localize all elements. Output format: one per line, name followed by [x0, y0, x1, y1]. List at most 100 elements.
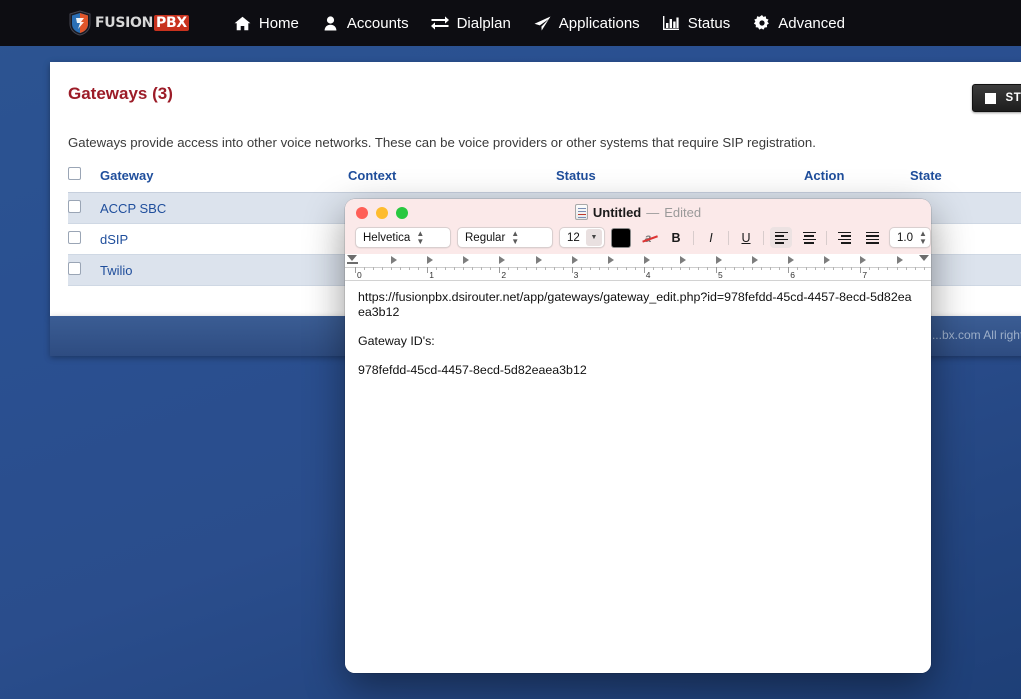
ruler-minor-tick [472, 267, 474, 270]
ruler-minor-tick [661, 267, 663, 270]
ruler-minor-tick [905, 267, 907, 270]
ruler-minor-tick [400, 267, 402, 270]
cell-gateway[interactable]: ACCP SBC [100, 192, 348, 224]
row-checkbox[interactable] [68, 231, 81, 244]
ruler-major-tick [427, 267, 429, 273]
row-checkbox[interactable] [68, 262, 81, 275]
align-left-button[interactable] [770, 227, 792, 248]
column-header-context[interactable]: Context [348, 164, 556, 193]
nav-item-advanced[interactable]: Advanced [752, 14, 845, 33]
row-checkbox-cell [68, 223, 100, 255]
ruler-tab-marker[interactable] [391, 256, 398, 264]
column-header-action[interactable]: Action [804, 164, 910, 193]
document-line-2: Gateway ID's: [358, 333, 435, 348]
ruler-tab-marker[interactable] [463, 256, 470, 264]
ruler-number-0: 0 [357, 270, 362, 280]
remove-formatting-icon[interactable]: a [637, 227, 659, 248]
paper-plane-icon [533, 14, 552, 33]
fusionpbx-logo[interactable]: FUSION PBX [68, 8, 189, 38]
nav-item-dialplan[interactable]: Dialplan [431, 14, 511, 33]
left-indent-bar[interactable] [347, 262, 358, 264]
textedit-titlebar[interactable]: Untitled — Edited Helvetica ▲ ▼ Regular ▲… [345, 199, 931, 254]
column-header-status[interactable]: Status [556, 164, 804, 193]
ruler-minor-tick [842, 267, 844, 270]
column-header-gateway[interactable]: Gateway [100, 164, 348, 193]
ruler-tab-marker[interactable] [752, 256, 759, 264]
ruler-tab-marker[interactable] [427, 256, 434, 264]
ruler-tab-marker[interactable] [860, 256, 867, 264]
line-spacing-select[interactable]: 1.0 ▲ ▼ [889, 227, 931, 248]
nav-item-applications[interactable]: Applications [533, 14, 640, 33]
italic-label: I [709, 230, 713, 245]
ruler-minor-tick [752, 267, 754, 270]
right-indent-marker[interactable] [919, 255, 929, 261]
ruler-minor-tick [562, 267, 564, 270]
ruler-minor-tick [697, 267, 699, 270]
bar-chart-icon [662, 14, 681, 33]
row-checkbox-cell [68, 254, 100, 286]
vertical-scrollbar[interactable] [922, 281, 930, 673]
ruler-major-tick [643, 267, 645, 273]
ruler-number-3: 3 [573, 270, 579, 280]
bold-label: B [671, 230, 681, 245]
row-checkbox[interactable] [68, 200, 81, 213]
ruler-minor-tick [553, 267, 555, 270]
font-style-select[interactable]: Regular ▲ ▼ [457, 227, 553, 248]
nav-item-status[interactable]: Status [662, 14, 731, 33]
line-spacing-value: 1.0 [897, 231, 913, 244]
ruler-tab-marker[interactable] [788, 256, 795, 264]
underline-button[interactable]: U [735, 227, 757, 248]
nav-item-home[interactable]: Home [233, 14, 299, 33]
align-justify-button[interactable] [861, 227, 883, 248]
textedit-ruler[interactable]: 0 1 2 3 4 5 6 7 [345, 254, 931, 281]
ruler-tab-marker[interactable] [535, 256, 542, 264]
stop-button[interactable]: STOP [972, 84, 1021, 112]
first-line-indent-marker[interactable] [347, 255, 357, 261]
ruler-number-4: 4 [645, 270, 651, 280]
user-icon [321, 14, 340, 33]
ruler-minor-tick [436, 267, 438, 270]
ruler-major-tick [499, 267, 501, 273]
home-icon [233, 14, 252, 33]
text-color-swatch[interactable] [611, 227, 631, 248]
ruler-tab-marker[interactable] [679, 256, 686, 264]
ruler-tab-marker[interactable] [571, 256, 578, 264]
ruler-number-5: 5 [718, 270, 723, 280]
nav-label-status: Status [687, 14, 731, 32]
ruler-minor-tick [914, 267, 916, 270]
select-all-checkbox[interactable] [68, 167, 81, 180]
stop-button-label: STOP [1005, 92, 1021, 104]
bold-button[interactable]: B [665, 227, 687, 248]
ruler-minor-tick [725, 267, 727, 270]
ruler-minor-tick [616, 267, 618, 270]
document-blank-line [358, 348, 918, 363]
ruler-minor-tick [481, 267, 483, 270]
ruler-tab-marker[interactable] [896, 256, 903, 264]
ruler-tab-marker[interactable] [824, 256, 831, 264]
ruler-minor-tick [779, 267, 781, 270]
ruler-tab-marker[interactable] [643, 256, 650, 264]
italic-button[interactable]: I [700, 227, 722, 248]
align-center-button[interactable] [798, 227, 820, 248]
ruler-minor-tick [815, 267, 817, 270]
chevron-down-icon[interactable]: ▼ [586, 229, 602, 246]
font-size-select[interactable]: 12 ▼ [559, 227, 605, 248]
ruler-minor-tick [463, 267, 465, 270]
ruler-tab-marker[interactable] [607, 256, 614, 264]
ruler-number-6: 6 [790, 270, 795, 280]
textedit-window[interactable]: Untitled — Edited Helvetica ▲ ▼ Regular ▲… [345, 199, 931, 673]
footer-copyright-text: ...bx.com All rights r... [931, 328, 1021, 342]
textedit-document-body[interactable]: https://fusionpbx.dsirouter.net/app/gate… [345, 281, 931, 673]
ruler-minor-tick [743, 267, 745, 270]
nav-item-accounts[interactable]: Accounts [321, 14, 409, 33]
ruler-minor-tick [734, 267, 736, 270]
align-right-button[interactable] [833, 227, 855, 248]
ruler-tab-marker[interactable] [499, 256, 506, 264]
ruler-tab-marker[interactable] [716, 256, 722, 264]
column-header-state[interactable]: State [910, 164, 1021, 193]
cell-gateway[interactable]: dSIP [100, 223, 348, 255]
window-title-name: Untitled [592, 204, 642, 220]
cell-gateway[interactable]: Twilio [100, 254, 348, 286]
font-family-select[interactable]: Helvetica ▲ ▼ [355, 227, 451, 248]
ruler-major-tick [355, 267, 356, 273]
